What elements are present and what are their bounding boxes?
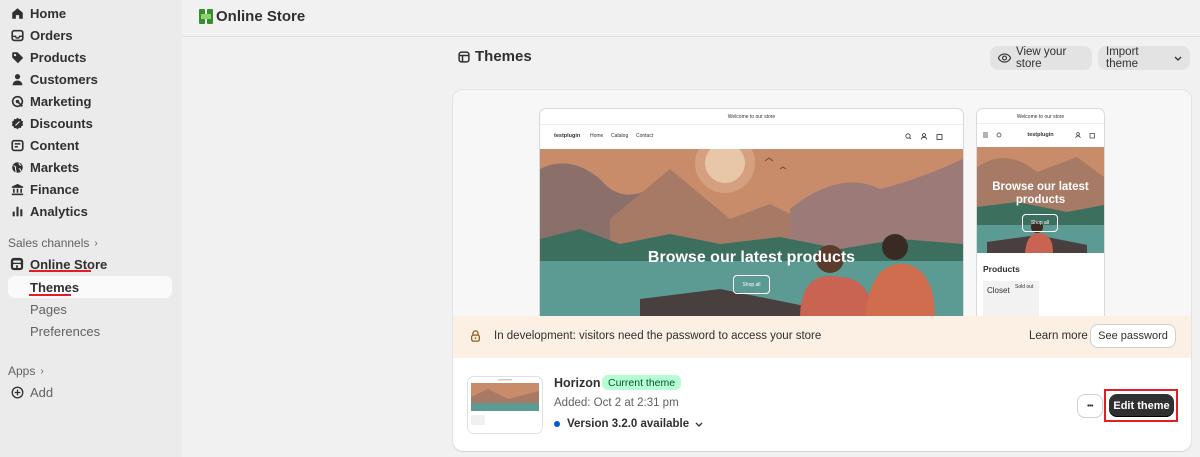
sidebar-item-analytics[interactable]: Analytics: [8, 200, 172, 222]
learn-more-link[interactable]: Learn more: [1029, 330, 1088, 342]
sidebar-item-products[interactable]: Products: [8, 46, 172, 68]
page-title: Online Store: [199, 8, 305, 25]
preview-header-icons: [905, 133, 943, 140]
mobile-products-heading: Products: [983, 264, 1020, 274]
banner-message: In development: visitors need the passwo…: [494, 330, 822, 342]
sidebar-item-markets[interactable]: Markets: [8, 156, 172, 178]
mobile-shop-all-button: Shop all: [1022, 214, 1058, 232]
online-store-underline: [29, 270, 91, 272]
chevron-down-icon: [1174, 56, 1182, 61]
lock-icon: [470, 330, 481, 342]
home-icon: [9, 5, 25, 21]
sidebar-item-home[interactable]: Home: [8, 2, 172, 24]
inbox-icon: [9, 27, 25, 43]
preview-nav-home: Home: [590, 133, 604, 139]
themes-heading: Themes: [458, 48, 532, 65]
mobile-hero-heading: Browse our latest products: [992, 181, 1089, 206]
themes-underline: [29, 294, 71, 296]
bank-icon: [9, 181, 25, 197]
apps-heading[interactable]: Apps ›: [8, 364, 44, 378]
person-icon: [9, 71, 25, 87]
sidebar: Home Orders Products Customers Marketing…: [0, 0, 182, 457]
theme-icon: [458, 50, 470, 63]
store-icon: [9, 256, 25, 272]
topbar: Online Store: [182, 0, 1200, 37]
chevron-right-icon: ›: [40, 365, 44, 377]
sidebar-item-preferences[interactable]: Preferences: [8, 320, 172, 342]
view-store-button[interactable]: View your store: [990, 46, 1092, 70]
online-store-app-icon: [199, 9, 213, 24]
sidebar-item-customers[interactable]: Customers: [8, 68, 172, 90]
chevron-right-icon: ›: [94, 237, 98, 249]
theme-thumbnail-image: [468, 377, 542, 433]
sidebar-item-finance[interactable]: Finance: [8, 178, 172, 200]
theme-added-date: Added: Oct 2 at 2:31 pm: [554, 397, 679, 409]
bar-chart-icon: [9, 203, 25, 219]
content-icon: [9, 137, 25, 153]
theme-card: Welcome to our store testplugin Home Cat…: [453, 90, 1191, 451]
theme-preview[interactable]: Welcome to our store testplugin Home Cat…: [453, 90, 1191, 319]
sidebar-item-add[interactable]: Add: [8, 381, 172, 403]
edit-theme-highlight: Edit theme: [1104, 389, 1178, 422]
dev-password-banner: In development: visitors need the passwo…: [453, 316, 1191, 358]
sidebar-item-marketing[interactable]: Marketing: [8, 90, 172, 112]
mobile-preview: Welcome to our store testplugin Browse o: [977, 109, 1104, 319]
chevron-down-icon: [695, 422, 703, 427]
discount-icon: [9, 115, 25, 131]
info-dot-icon: [554, 421, 560, 427]
preview-nav-catalog: Catalog: [611, 133, 629, 139]
mobile-product-name: Closet: [987, 286, 1010, 295]
preview-store-name: testplugin: [554, 133, 581, 139]
announcement-bar: Welcome to our store: [727, 114, 776, 120]
mobile-product-card: Closet Sold out: [983, 281, 1039, 319]
sales-channels-heading[interactable]: Sales channels ›: [8, 236, 98, 250]
current-theme-badge: Current theme: [602, 375, 682, 390]
more-actions-button[interactable]: •••: [1078, 395, 1102, 417]
sidebar-item-discounts[interactable]: Discounts: [8, 112, 172, 134]
edit-theme-button[interactable]: Edit theme: [1109, 394, 1174, 417]
eye-icon: [998, 53, 1011, 63]
theme-name: Horizon: [554, 376, 601, 390]
plus-circle-icon: [9, 384, 25, 400]
ellipsis-icon: •••: [1087, 402, 1093, 410]
preview-nav-contact: Contact: [636, 133, 654, 139]
mobile-sold-out-badge: Sold out: [1015, 284, 1034, 290]
globe-icon: [9, 159, 25, 175]
sidebar-item-pages[interactable]: Pages: [8, 298, 172, 320]
theme-thumbnail[interactable]: [468, 377, 542, 433]
tag-icon: [9, 49, 25, 65]
import-theme-button[interactable]: Import theme: [1098, 46, 1190, 70]
sidebar-item-content[interactable]: Content: [8, 134, 172, 156]
version-available[interactable]: Version 3.2.0 available: [554, 418, 703, 430]
mobile-header-icons: [1075, 132, 1095, 139]
sidebar-item-orders[interactable]: Orders: [8, 24, 172, 46]
target-icon: [9, 93, 25, 109]
see-password-button[interactable]: See password: [1091, 325, 1175, 347]
desktop-preview: Welcome to our store testplugin Home Cat…: [540, 109, 963, 319]
hero-heading: Browse our latest products: [647, 249, 856, 266]
shop-all-button: Shop all: [733, 275, 770, 294]
mobile-announcement-bar: Welcome to our store: [1016, 114, 1065, 120]
